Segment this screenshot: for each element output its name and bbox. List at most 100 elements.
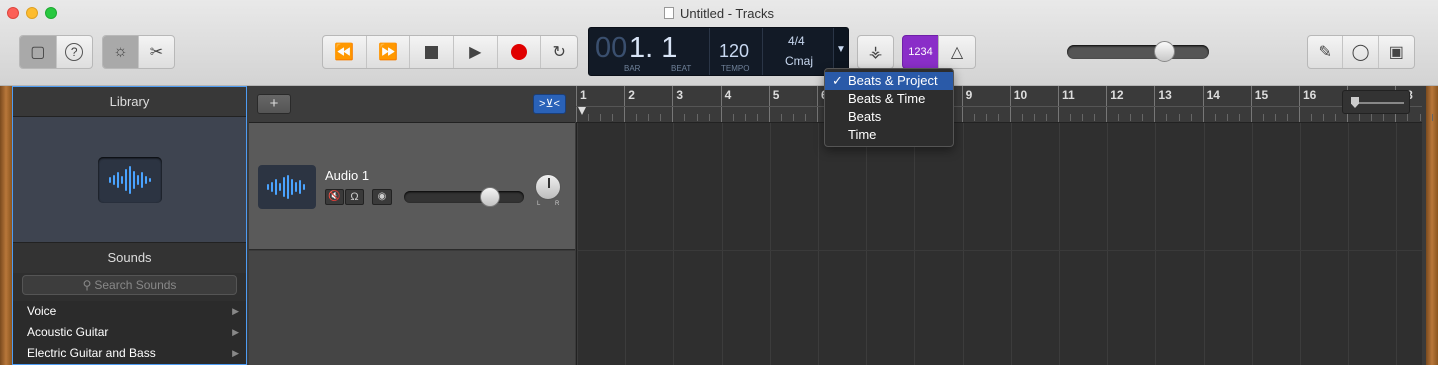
audio-waveform-icon: [97, 156, 162, 203]
ruler-beat-tick: [997, 114, 999, 121]
lcd-display[interactable]: 00 1. 1 BAR BEAT 120 TEMPO 4/4 Cmaj ▼: [588, 27, 849, 76]
zoom-thumb[interactable]: [1351, 97, 1359, 108]
track-volume-knob[interactable]: [480, 187, 500, 207]
smart-controls-button[interactable]: ☼: [103, 36, 139, 68]
ruler-beat-tick: [804, 114, 806, 121]
menu-item-beats-time[interactable]: Beats & Time: [825, 90, 953, 108]
ruler-bar-line: [1250, 86, 1252, 122]
ruler-beat-tick: [636, 114, 638, 121]
record-icon: [510, 44, 527, 60]
library-preview: [13, 117, 246, 243]
ruler-beat-tick: [1431, 114, 1433, 121]
track-volume-slider[interactable]: [404, 187, 524, 207]
grid-line: [1107, 123, 1109, 365]
playhead-marker[interactable]: [578, 107, 586, 115]
solo-button[interactable]: Ω: [345, 189, 364, 205]
view-buttons-group: ▢ ?: [19, 35, 93, 69]
media-browser-button[interactable]: ▣: [1379, 36, 1414, 68]
zoom-slider[interactable]: [1342, 90, 1410, 114]
ruler-baseline: [576, 106, 1422, 107]
track-header-audio-1[interactable]: Audio 1 🔇 Ω ◉ L R: [249, 123, 575, 250]
left-wood-panel: [0, 86, 12, 365]
help-button[interactable]: ?: [57, 36, 93, 68]
right-panel-buttons: ✎ ◯ ▣: [1307, 35, 1415, 69]
library-list: Voice ▶ Acoustic Guitar ▶ Electric Guitar …: [13, 301, 246, 364]
ruler-beat-tick: [1371, 114, 1373, 121]
add-track-button[interactable]: +: [257, 94, 291, 114]
ruler-beat-tick: [1130, 114, 1132, 121]
library-item-voice[interactable]: Voice ▶: [13, 301, 246, 322]
chevron-right-icon: ▶: [232, 306, 239, 316]
ruler-bar-number: 2: [628, 88, 635, 102]
lcd-tempo: 120 TEMPO: [710, 28, 763, 75]
ruler-beat-tick: [1286, 114, 1288, 121]
rewind-icon: ⏪: [334, 44, 355, 61]
ruler-beat-tick: [1021, 114, 1023, 121]
ruler-bar-number: 14: [1206, 88, 1220, 102]
grid-line: [625, 123, 627, 365]
ruler-bar-line: [1299, 86, 1300, 122]
ruler-bar-number: 11: [1062, 88, 1075, 102]
ruler-beat-tick: [600, 114, 602, 121]
grid-line: [769, 123, 771, 365]
master-volume-slider[interactable]: [1067, 41, 1209, 62]
ruler-beat-tick: [1359, 114, 1361, 121]
catch-playhead-button[interactable]: >⊻<: [533, 94, 566, 114]
ruler-bar-number: 1: [580, 88, 587, 102]
record-button[interactable]: [498, 36, 542, 68]
record-enable-button[interactable]: ◉: [372, 189, 392, 205]
cycle-button[interactable]: ↻: [541, 36, 577, 68]
notepad-icon: ✎: [1318, 44, 1332, 61]
pan-left-label: L: [537, 201, 541, 207]
tuner-button[interactable]: ⚶: [857, 35, 894, 69]
pan-indicator: [548, 178, 550, 188]
library-button[interactable]: ▢: [20, 36, 57, 68]
loop-browser-button[interactable]: ◯: [1343, 36, 1379, 68]
menu-item-beats[interactable]: Beats: [825, 108, 953, 126]
stop-button[interactable]: [410, 36, 454, 68]
ruler-beat-tick: [744, 114, 746, 121]
mute-button[interactable]: 🔇: [325, 189, 344, 205]
media-icon: ▣: [1388, 44, 1404, 61]
search-sounds-field[interactable]: ⚲ Search Sounds: [22, 275, 237, 295]
grid-line: [1348, 123, 1350, 365]
ruler-bar-line: [1058, 86, 1059, 122]
count-in-button[interactable]: 1234: [902, 35, 939, 69]
ruler-beat-tick: [1419, 114, 1421, 121]
fast-forward-button[interactable]: ⏩: [367, 36, 411, 68]
right-wood-panel: [1426, 86, 1438, 365]
notepad-button[interactable]: ✎: [1308, 36, 1344, 68]
rewind-button[interactable]: ⏪: [323, 36, 367, 68]
menu-item-label: Beats & Time: [848, 91, 926, 106]
zoom-track: [1354, 102, 1404, 104]
ruler-beat-tick: [1383, 114, 1385, 121]
play-button[interactable]: ▶: [454, 36, 498, 68]
library-header: Library: [13, 87, 246, 117]
timeline-ruler[interactable]: 123456789101112131415161718: [576, 86, 1433, 123]
library-item-electric-guitar-bass[interactable]: Electric Guitar and Bass ▶: [13, 343, 246, 364]
ruler-beat-tick: [1335, 114, 1337, 121]
grid-line: [1155, 123, 1157, 365]
empty-track-area[interactable]: [249, 251, 575, 365]
editors-button[interactable]: ✂: [139, 36, 174, 68]
mute-speaker-icon: 🔇: [328, 191, 341, 202]
library-panel: Library Sounds ⚲ Search Sounds Voice ▶ Aco…: [12, 86, 247, 365]
ruler-beat-tick: [612, 114, 614, 121]
ruler-bar-line: [576, 86, 577, 122]
library-item-acoustic-guitar[interactable]: Acoustic Guitar ▶: [13, 322, 246, 343]
metronome-button[interactable]: △: [938, 35, 976, 69]
menu-item-time[interactable]: Time: [825, 126, 953, 144]
tracks-area[interactable]: [576, 123, 1423, 365]
lcd-beat-label: BEAT: [671, 64, 692, 73]
playhead-filter-icon: >⊻<: [539, 98, 560, 110]
ruler-beat-tick: [1238, 114, 1240, 121]
grid-line: [1059, 123, 1060, 365]
ruler-beat-tick: [780, 114, 782, 121]
ruler-bar-number: 16: [1303, 88, 1317, 102]
master-volume-knob[interactable]: [1154, 41, 1175, 62]
ruler-beat-tick: [973, 114, 975, 121]
pan-knob[interactable]: [535, 174, 561, 200]
menu-item-beats-project[interactable]: ✓ Beats & Project: [825, 72, 953, 90]
grid-line: [721, 123, 723, 365]
ruler-bar-number: 13: [1158, 88, 1172, 102]
